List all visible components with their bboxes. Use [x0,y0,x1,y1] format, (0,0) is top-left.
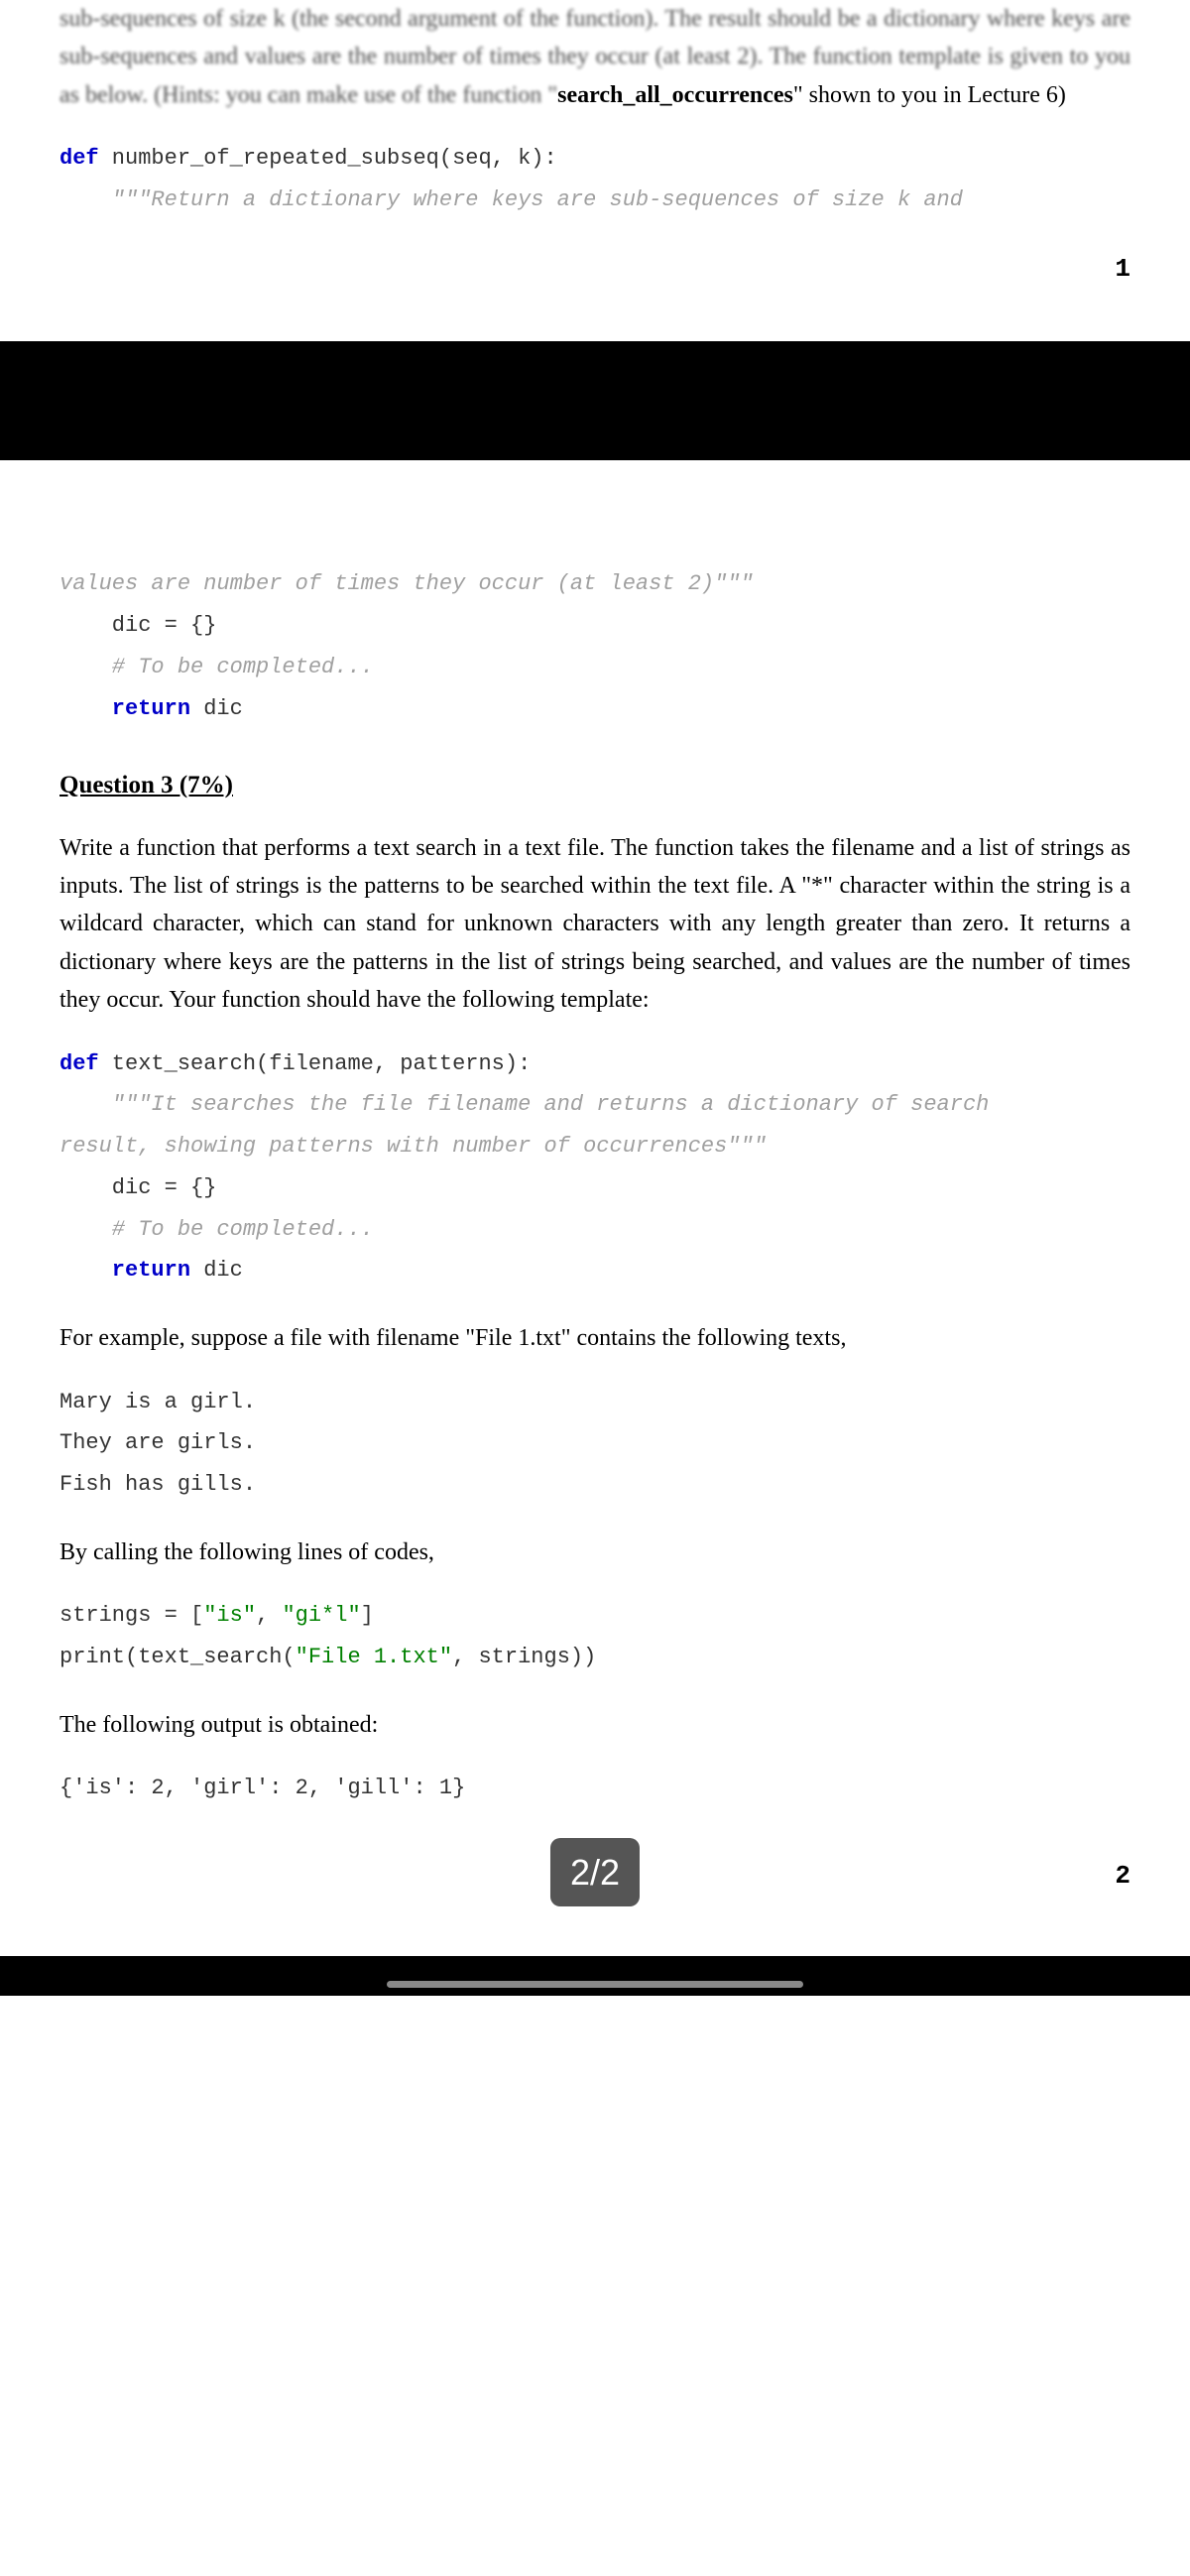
call-line2-str: "File 1.txt" [296,1645,452,1669]
page-number-1: 1 [60,249,1130,291]
return-value-q3: dic [190,1258,243,1283]
todo-comment: # To be completed... [60,655,374,679]
document-page-2: values are number of times they occur (a… [0,460,1190,1956]
file-contents-block: Mary is a girl. They are girls. Fish has… [60,1382,1130,1506]
func-signature-q3: text_search(filename, patterns): [99,1051,532,1076]
code-block-q3: def text_search(filename, patterns): """… [60,1043,1130,1292]
dic-assign-line: dic = {} [60,613,216,638]
intro-paragraph: sub-sequences of size k (the second argu… [60,0,1130,114]
docstring-part1: """Return a dictionary where keys are su… [60,187,976,212]
question-3-heading: Question 3 (7%) [60,766,1130,805]
keyword-def-q3: def [60,1051,99,1076]
question-3-body: Write a function that performs a text se… [60,829,1130,1020]
calling-intro-text: By calling the following lines of codes, [60,1533,1130,1571]
call-line1-str2: "gi*l" [282,1603,360,1628]
call-line1-a: strings = [ [60,1603,203,1628]
page-break-bar [0,341,1190,460]
code-block-q2-cont: values are number of times they occur (a… [60,563,1130,729]
code-block-q2: def number_of_repeated_subseq(seq, k): "… [60,138,1130,221]
docstring-part2: values are number of times they occur (a… [60,571,754,596]
page-indicator-overlay: 2/2 [550,1838,640,1907]
example-intro-text: For example, suppose a file with filenam… [60,1319,1130,1357]
call-line1-b: , [256,1603,282,1628]
func-signature: number_of_repeated_subseq(seq, k): [99,146,557,171]
docstring-q3-line1: """It searches the file filename and ret… [60,1092,989,1117]
docstring-q3-line2: result, showing patterns with number of … [60,1134,767,1159]
intro-text-tail: " shown to you in Lecture 6) [793,82,1066,108]
output-block: {'is': 2, 'girl': 2, 'gill': 1} [60,1768,1130,1809]
home-indicator[interactable] [387,1981,803,1988]
keyword-def: def [60,146,99,171]
keyword-return: return [60,696,190,721]
intro-bold-func: search_all_occurrences [557,82,793,108]
call-line2-a: print(text_search( [60,1645,296,1669]
todo-comment-q3: # To be completed... [60,1217,374,1242]
device-bottom-bar [0,1956,1190,1996]
dic-assign-line-q3: dic = {} [60,1175,216,1200]
call-line2-b: , strings)) [452,1645,596,1669]
call-code-block: strings = ["is", "gi*l"] print(text_sear… [60,1595,1130,1678]
page-number-2: 2 [1115,1856,1130,1898]
return-value: dic [190,696,243,721]
output-intro-text: The following output is obtained: [60,1706,1130,1744]
keyword-return-q3: return [60,1258,190,1283]
call-line1-str1: "is" [203,1603,256,1628]
call-line1-c: ] [361,1603,374,1628]
document-page-1: sub-sequences of size k (the second argu… [0,0,1190,341]
